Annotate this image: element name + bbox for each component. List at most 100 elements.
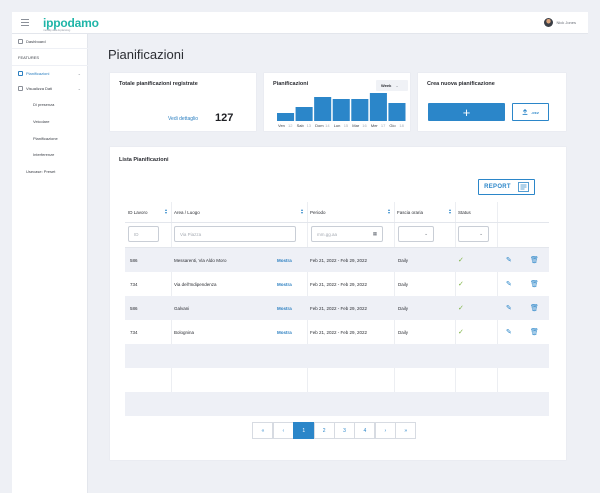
plus-icon: + <box>462 104 471 120</box>
vedi-dettaglio-link[interactable]: Vedi dettaglio <box>168 116 198 122</box>
edit-icon[interactable]: ✎ <box>506 272 512 296</box>
mostra-link[interactable]: Mostra <box>277 272 292 296</box>
page-button[interactable]: 4 <box>354 422 376 439</box>
logo-subtitle: mobility data & planning <box>43 27 71 32</box>
first-page-button[interactable]: « <box>252 422 274 439</box>
range-select[interactable]: Week ⌄ <box>376 80 408 91</box>
sidebar-subitem-veicolare[interactable]: Veicolare <box>12 114 88 128</box>
card-title: Lista Pianificazioni <box>119 157 169 163</box>
sidebar-item-dashboard[interactable]: Dashboard <box>12 34 88 48</box>
sort-icon[interactable]: ▴ ▾ <box>301 208 303 215</box>
next-page-button[interactable]: › <box>374 422 396 439</box>
sidebar-subitem-interferenze[interactable]: Interferenze <box>12 147 88 161</box>
cell-area: Via dell'Indipendenza <box>174 281 217 287</box>
column-header-label: Fascia oraria <box>397 209 424 215</box>
status-filter-select[interactable]: ⌄ <box>458 226 489 242</box>
cell-area: Bolognina <box>174 329 195 335</box>
report-label: REPORT <box>484 184 511 190</box>
table-row[interactable]: 734 Bolognina Mostra Feb 21, 2022 - Feb … <box>125 320 549 344</box>
sort-icon[interactable]: ▴ ▾ <box>165 208 167 215</box>
period-filter-input[interactable]: mm.gg.aa ▦ <box>311 226 383 242</box>
table-row[interactable]: 586 Galvani Mostra Feb 21, 2022 - Feb 29… <box>125 296 549 320</box>
report-icon <box>518 182 529 192</box>
area-filter-input[interactable]: Via Piazza <box>174 226 296 242</box>
last-page-button[interactable]: » <box>395 422 417 439</box>
column-header-fascia[interactable]: Fascia oraria ▴ ▾ <box>397 202 455 222</box>
sidebar-subitem-di-presenza[interactable]: Di presenza <box>12 97 88 111</box>
chart-day-label: Lun <box>334 123 341 128</box>
column-header-status[interactable]: Status <box>458 202 497 222</box>
chart-day-label: Dom <box>315 123 324 128</box>
page-button[interactable]: 2 <box>313 422 335 439</box>
edit-icon[interactable]: ✎ <box>506 320 512 344</box>
table-row[interactable]: 586 Messarenti, Via Aldo Moro Mostra Feb… <box>125 248 549 272</box>
sort-icon[interactable]: ▴ ▾ <box>388 208 390 215</box>
cell-period: Feb 21, 2022 - Feb 29, 2022 <box>310 305 368 311</box>
user-name: Nick Jones <box>556 20 576 25</box>
placeholder-text: mm.gg.aa <box>317 231 338 237</box>
cell-slot: Daily <box>398 305 409 311</box>
column-header-label: Periodo <box>310 209 326 215</box>
app-logo[interactable]: ippodamo mobility data & planning <box>43 17 99 32</box>
cell-slot: Daily <box>398 281 409 287</box>
sidebar-subitem-pianificazione[interactable]: Pianificazione <box>12 131 88 145</box>
edit-icon[interactable]: ✎ <box>506 296 512 320</box>
chart-bar <box>295 107 313 121</box>
mostra-link[interactable]: Mostra <box>277 248 292 272</box>
cell-period: Feb 21, 2022 - Feb 29, 2022 <box>310 257 368 263</box>
calendar-icon <box>18 70 23 76</box>
header-divider <box>125 222 549 223</box>
fascia-filter-select[interactable]: ⌄ <box>398 226 434 242</box>
sidebar-item-pianificazioni[interactable]: Pianificazioni ⌄ <box>12 66 88 80</box>
mostra-link[interactable]: Mostra <box>277 320 292 344</box>
chevron-down-icon: ⌄ <box>424 231 428 236</box>
chart-bar <box>277 113 295 121</box>
total-count: 127 <box>215 112 234 124</box>
column-header-label: Status <box>458 209 471 215</box>
cell-id: 586 <box>130 305 138 311</box>
delete-icon[interactable]: 🗑 <box>530 320 539 344</box>
sidebar-item-label: Veicolare <box>33 118 50 124</box>
delete-icon[interactable]: 🗑 <box>530 248 539 272</box>
page-button[interactable]: 1 <box>293 422 315 439</box>
sidebar-item-label: Pianificazioni <box>26 70 50 76</box>
calendar-icon[interactable]: ▦ <box>373 231 377 237</box>
pianificazioni-chart-card: Pianificazioni Week ⌄ Ven 12 Sab 13 Dom 14 Lun… <box>264 73 410 131</box>
lista-card: Lista Pianificazioni REPORT ID Lavoro ▴ ▾… <box>110 147 566 460</box>
range-select-value: Week <box>381 83 392 88</box>
column-header-id[interactable]: ID Lavoro ▴ ▾ <box>128 202 171 222</box>
csv-label: .csv <box>531 109 539 115</box>
delete-icon[interactable]: 🗑 <box>530 272 539 296</box>
chart-day-number: 15 <box>344 123 349 128</box>
chart-day-number: 18 <box>399 123 404 128</box>
mostra-link[interactable]: Mostra <box>277 296 292 320</box>
chart-bar <box>351 99 369 121</box>
hamburger-menu-icon[interactable] <box>21 19 29 26</box>
id-filter-input[interactable]: ID <box>128 226 159 242</box>
cell-area: Messarenti, Via Aldo Moro <box>174 257 227 263</box>
add-pianificazione-button[interactable]: + <box>428 103 505 121</box>
delete-icon[interactable]: 🗑 <box>530 296 539 320</box>
column-header-periodo[interactable]: Periodo ▴ ▾ <box>310 202 394 222</box>
page-button[interactable]: 3 <box>334 422 356 439</box>
sidebar-item-label: Pianificazione <box>33 135 58 141</box>
prev-page-button[interactable]: ‹ <box>272 422 294 439</box>
sidebar-item-usecase-preset[interactable]: Usecase: Preset <box>12 164 88 178</box>
sidebar-item-visualizza-dati[interactable]: Visualizza Dati ⌄ <box>12 81 88 95</box>
avatar <box>544 18 554 27</box>
sidebar-item-label: Visualizza Dati <box>26 85 53 91</box>
upload-csv-button[interactable]: .csv <box>512 103 549 121</box>
table-row[interactable]: 734 Via dell'Indipendenza Mostra Feb 21,… <box>125 272 549 296</box>
report-button[interactable]: REPORT <box>478 179 535 195</box>
user-menu[interactable]: Nick Jones <box>544 18 576 27</box>
crea-card: Crea nuova pianificazione + .csv <box>418 73 566 131</box>
column-header-area[interactable]: Area / Luogo ▴ ▾ <box>174 202 307 222</box>
sidebar-section-features: FEATURES <box>12 50 88 64</box>
chevron-down-icon: ⌄ <box>395 83 399 88</box>
edit-icon[interactable]: ✎ <box>506 248 512 272</box>
chart-day-number: 14 <box>325 123 330 128</box>
check-icon: ✓ <box>458 305 464 312</box>
sidebar-item-label: Interferenze <box>33 151 55 157</box>
sort-icon[interactable]: ▴ ▾ <box>449 208 451 215</box>
column-header-label: ID Lavoro <box>128 209 148 215</box>
